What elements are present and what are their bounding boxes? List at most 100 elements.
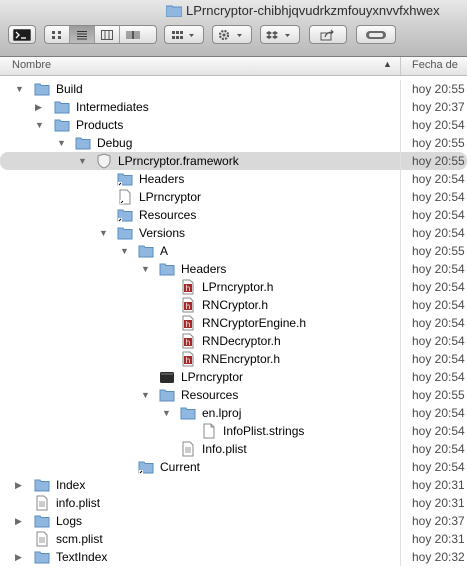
disclosure-open-icon[interactable]: ▼ xyxy=(35,120,45,130)
column-divider[interactable] xyxy=(400,57,401,75)
list-item[interactable]: Headers hoy 20:54 xyxy=(0,170,467,188)
item-date: hoy 20:54 xyxy=(412,352,465,366)
list-item[interactable]: ▼ A hoy 20:55 xyxy=(0,242,467,260)
item-name: RNCryptor.h xyxy=(202,298,269,312)
list-item[interactable]: h RNCryptor.h hoy 20:54 xyxy=(0,296,467,314)
header-file-icon: h xyxy=(182,333,194,349)
dropbox-button[interactable] xyxy=(260,25,300,44)
list-item[interactable]: h LPrncryptor.h hoy 20:54 xyxy=(0,278,467,296)
column-divider xyxy=(400,530,401,548)
item-date: hoy 20:54 xyxy=(412,298,465,312)
list-item[interactable]: info.plist hoy 20:31 xyxy=(0,494,467,512)
gear-icon xyxy=(218,29,242,40)
disclosure-closed-icon[interactable]: ▶ xyxy=(15,480,25,490)
disclosure-open-icon[interactable]: ▼ xyxy=(57,138,67,148)
list-item[interactable]: ▼ Debug hoy 20:55 xyxy=(0,134,467,152)
item-date: hoy 20:54 xyxy=(412,190,465,204)
column-divider xyxy=(400,206,401,224)
column-divider xyxy=(400,422,401,440)
disclosure-open-icon[interactable]: ▼ xyxy=(99,228,109,238)
disclosure-open-icon[interactable]: ▼ xyxy=(162,408,172,418)
column-divider xyxy=(400,368,401,386)
disclosure-open-icon[interactable]: ▼ xyxy=(78,156,88,166)
disclosure-open-icon[interactable]: ▼ xyxy=(141,390,151,400)
column-divider xyxy=(400,548,401,566)
list-item[interactable]: Info.plist hoy 20:54 xyxy=(0,440,467,458)
arrange-icon xyxy=(172,30,194,39)
list-item[interactable]: ▶ Intermediates hoy 20:37 xyxy=(0,98,467,116)
column-name-header[interactable]: Nombre xyxy=(12,59,51,71)
item-name: Index xyxy=(56,478,86,492)
list-view-button[interactable] xyxy=(70,26,95,43)
share-button[interactable] xyxy=(309,25,347,44)
disclosure-closed-icon[interactable]: ▶ xyxy=(15,516,25,526)
item-date: hoy 20:55 xyxy=(412,154,465,168)
column-divider xyxy=(400,152,401,170)
view-mode-switch[interactable] xyxy=(44,25,157,44)
column-divider xyxy=(400,476,401,494)
tag-button[interactable] xyxy=(356,25,396,44)
item-name: RNCryptorEngine.h xyxy=(202,316,307,330)
header-file-icon: h xyxy=(182,279,194,295)
item-name: info.plist xyxy=(56,496,101,510)
list-item[interactable]: ▼ Resources hoy 20:55 xyxy=(0,386,467,404)
column-divider xyxy=(400,296,401,314)
disclosure-open-icon[interactable]: ▼ xyxy=(141,264,151,274)
list-item[interactable]: LPrncryptor hoy 20:54 xyxy=(0,368,467,386)
item-name: Headers xyxy=(181,262,227,276)
item-date: hoy 20:55 xyxy=(412,136,465,150)
list-item[interactable]: ▶ Logs hoy 20:37 xyxy=(0,512,467,530)
plist-file-icon xyxy=(36,531,48,547)
item-date: hoy 20:54 xyxy=(412,280,465,294)
column-divider xyxy=(400,188,401,206)
item-name: LPrncryptor.framework xyxy=(118,154,239,168)
item-name: Headers xyxy=(139,172,185,186)
column-divider xyxy=(400,404,401,422)
list-item[interactable]: h RNEncryptor.h hoy 20:54 xyxy=(0,350,467,368)
arrange-button[interactable] xyxy=(164,25,204,44)
list-item[interactable]: scm.plist hoy 20:31 xyxy=(0,530,467,548)
column-divider xyxy=(400,512,401,530)
icon-view-button[interactable] xyxy=(45,26,70,43)
disclosure-closed-icon[interactable]: ▶ xyxy=(15,552,25,562)
column-view-button[interactable] xyxy=(95,26,120,43)
action-button[interactable] xyxy=(212,25,252,44)
sort-ascending-icon[interactable]: ▲ xyxy=(383,59,392,69)
list-item[interactable]: ▼ Products hoy 20:54 xyxy=(0,116,467,134)
column-divider xyxy=(400,278,401,296)
list-item[interactable]: ▼ Headers hoy 20:54 xyxy=(0,260,467,278)
item-name: A xyxy=(160,244,169,258)
list-view-icon xyxy=(77,30,87,39)
column-divider xyxy=(400,80,401,98)
list-item[interactable]: LPrncryptor hoy 20:54 xyxy=(0,188,467,206)
list-item[interactable]: Current hoy 20:54 xyxy=(0,458,467,476)
list-item[interactable]: h RNCryptorEngine.h hoy 20:54 xyxy=(0,314,467,332)
list-item[interactable]: ▼ Versions hoy 20:54 xyxy=(0,224,467,242)
list-item[interactable]: ▼ en.lproj hoy 20:54 xyxy=(0,404,467,422)
disclosure-closed-icon[interactable]: ▶ xyxy=(35,102,45,112)
column-divider xyxy=(400,494,401,512)
list-item[interactable]: ▼ Build hoy 20:55 xyxy=(0,80,467,98)
disclosure-open-icon[interactable]: ▼ xyxy=(15,84,25,94)
folder-alias-icon xyxy=(138,461,154,474)
list-item[interactable]: ▶ TextIndex hoy 20:32 xyxy=(0,548,467,566)
header-file-icon: h xyxy=(182,297,194,313)
disclosure-open-icon[interactable]: ▼ xyxy=(120,246,130,256)
folder-icon xyxy=(34,551,50,564)
coverflow-view-button[interactable] xyxy=(120,26,145,43)
list-item[interactable]: ▶ Index hoy 20:31 xyxy=(0,476,467,494)
column-view-icon xyxy=(101,29,113,40)
list-item[interactable]: h RNDecryptor.h hoy 20:54 xyxy=(0,332,467,350)
item-date: hoy 20:31 xyxy=(412,478,465,492)
icon-view-icon xyxy=(52,30,61,39)
terminal-button[interactable] xyxy=(8,25,36,44)
column-divider xyxy=(400,242,401,260)
list-item[interactable]: InfoPlist.strings hoy 20:54 xyxy=(0,422,467,440)
list-item[interactable]: Resources hoy 20:54 xyxy=(0,206,467,224)
item-date: hoy 20:54 xyxy=(412,406,465,420)
header-file-icon: h xyxy=(182,315,194,331)
item-date: hoy 20:54 xyxy=(412,172,465,186)
folder-icon xyxy=(166,5,182,17)
list-item-selected[interactable]: ▼ LPrncryptor.framework hoy 20:55 xyxy=(0,152,467,170)
column-date-header[interactable]: Fecha de xyxy=(412,59,458,71)
